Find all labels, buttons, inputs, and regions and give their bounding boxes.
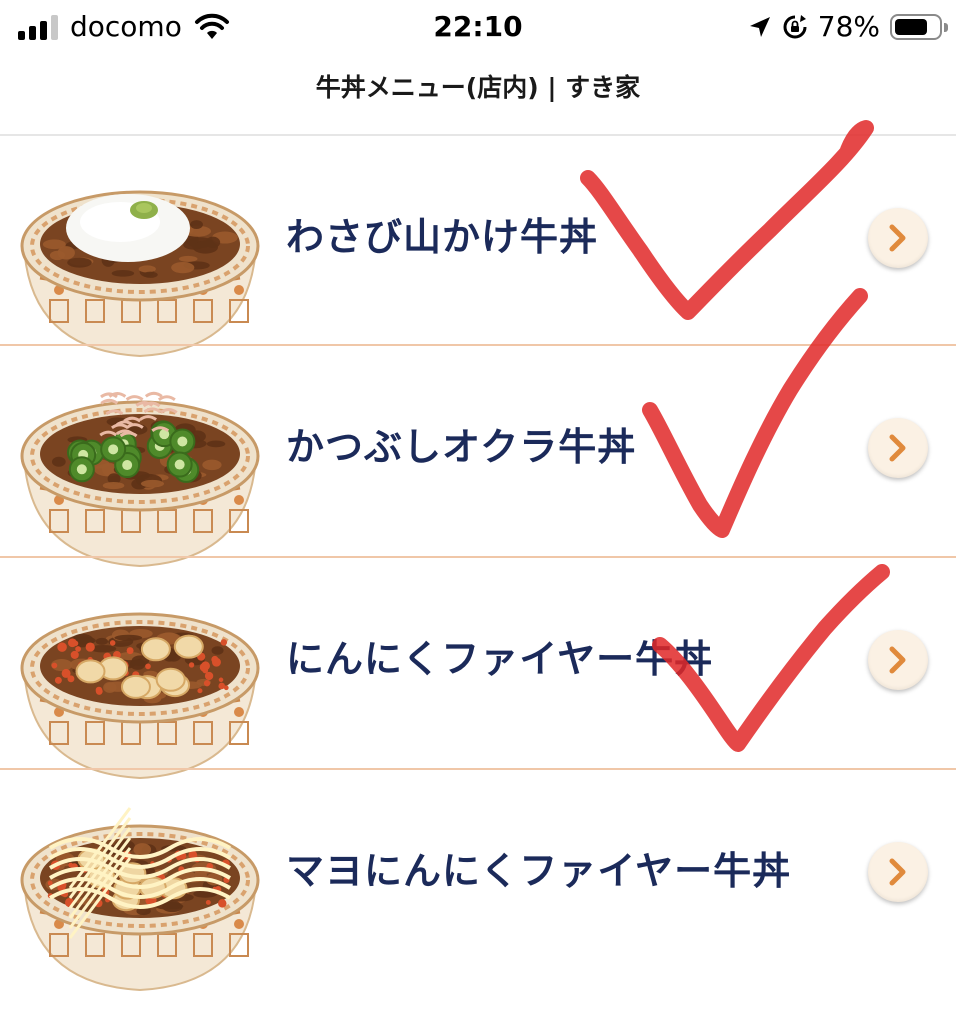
chevron-right-button[interactable]: [868, 842, 928, 902]
chevron-right-icon: [889, 858, 906, 886]
menu-item-name: にんにくファイヤー牛丼: [286, 637, 714, 681]
chevron-right-icon: [889, 646, 906, 674]
screen: docomo 22:10 78% 牛丼メニュー(店内) | すき家 わさび山かけ…: [0, 0, 956, 1024]
battery-icon: [890, 13, 948, 40]
chevron-right-button[interactable]: [868, 630, 928, 690]
gyudon-bowl-image: [20, 190, 260, 358]
menu-item-mayo-garlic-fire-gyudon[interactable]: マヨにんにくファイヤー牛丼: [0, 770, 956, 992]
status-bar: docomo 22:10 78%: [0, 0, 956, 56]
signal-icon: [18, 14, 58, 40]
chevron-right-button[interactable]: [868, 418, 928, 478]
battery-percent: 78%: [817, 10, 880, 43]
location-icon: [749, 16, 770, 37]
rotation-lock-icon: [783, 14, 807, 38]
menu-item-name: わさび山かけ牛丼: [286, 215, 599, 259]
carrier-label: docomo: [70, 10, 182, 43]
page-title: 牛丼メニュー(店内) | すき家: [315, 73, 641, 102]
chevron-right-icon: [889, 434, 906, 462]
chevron-right-icon: [889, 224, 906, 252]
menu-item-katsubushi-okra-gyudon[interactable]: かつぶしオクラ牛丼: [0, 346, 956, 568]
wifi-icon: [194, 13, 229, 39]
chevron-right-button[interactable]: [868, 208, 928, 268]
gyudon-bowl-image: [20, 391, 260, 568]
menu-item-garlic-fire-gyudon[interactable]: にんにくファイヤー牛丼: [0, 558, 956, 780]
menu-list: わさび山かけ牛丼 かつぶしオクラ牛丼 にんにくファイヤー牛丼 マヨにんにくファイ…: [0, 136, 956, 992]
menu-item-wasabi-yamakake-gyudon[interactable]: わさび山かけ牛丼: [0, 136, 956, 358]
gyudon-bowl-image: [20, 807, 260, 992]
menu-item-name: かつぶしオクラ牛丼: [286, 425, 637, 469]
gyudon-bowl-image: [20, 612, 260, 780]
menu-item-name: マヨにんにくファイヤー牛丼: [286, 849, 792, 893]
